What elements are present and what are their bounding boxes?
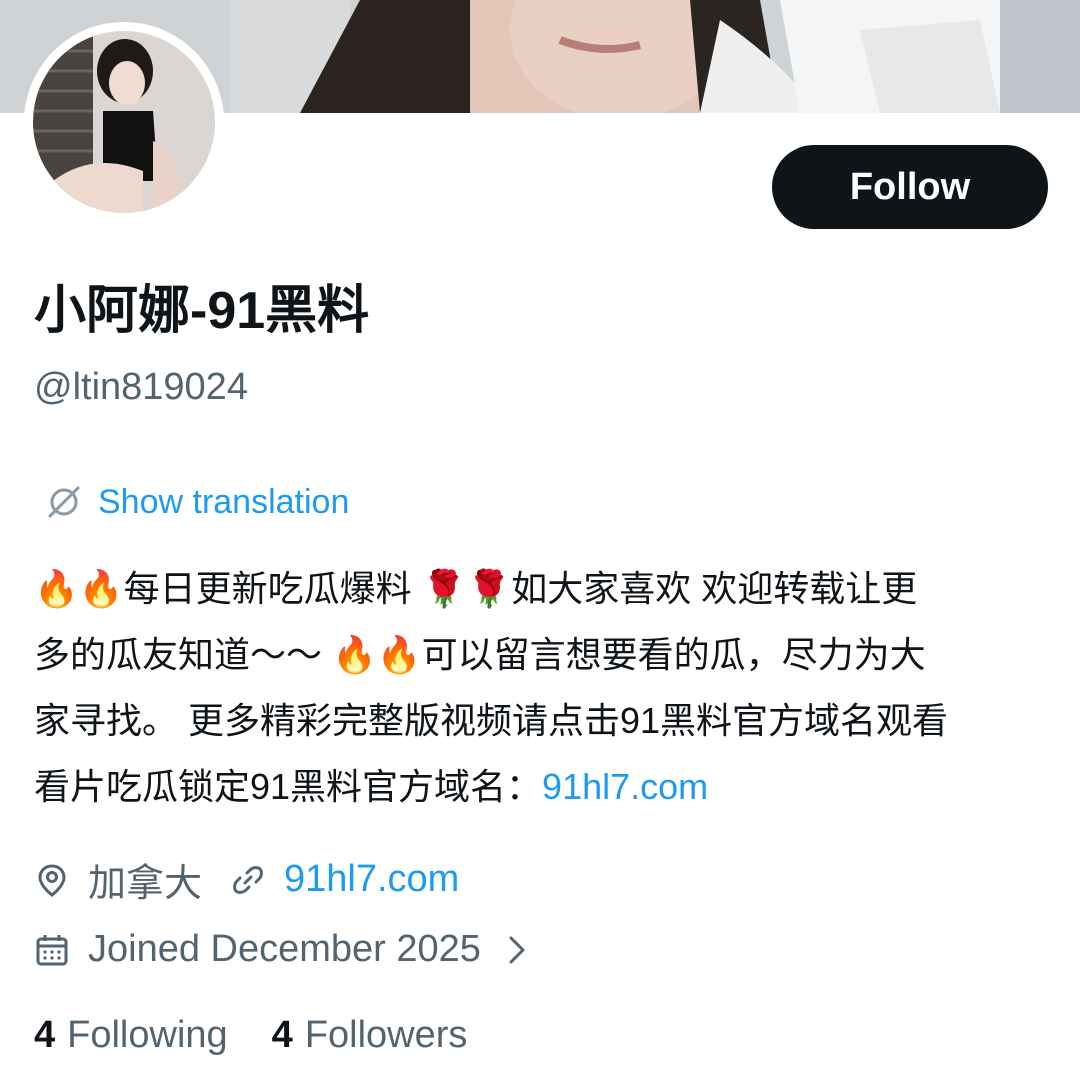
bio-text: 看片吃瓜锁定91黑料官方域名： — [34, 766, 543, 807]
bio: 🔥🔥每日更新吃瓜爆料 🌹🌹如大家喜欢 欢迎转载让更 多的瓜友知道～～ 🔥🔥可以留… — [34, 556, 1054, 820]
user-handle: @ltin819024 — [34, 366, 248, 408]
following-count: 4 — [34, 1014, 56, 1056]
follow-button[interactable]: Follow — [772, 145, 1048, 229]
profile-page: Follow 小阿娜-91黑料 @ltin819024 Show transla… — [0, 0, 1080, 1083]
show-translation[interactable]: Show translation — [44, 482, 349, 522]
bio-link[interactable]: 91hl7.com — [542, 766, 708, 807]
following-label: Following — [67, 1014, 228, 1056]
bio-line: 🔥🔥每日更新吃瓜爆料 🌹🌹如大家喜欢 欢迎转载让更 — [34, 568, 918, 609]
joined-row[interactable]: Joined December 2025 — [34, 928, 531, 971]
website-link[interactable]: 91hl7.com — [284, 858, 459, 901]
bio-line: 多的瓜友知道～～ 🔥🔥可以留言想要看的瓜，尽力为大 — [34, 634, 926, 675]
chevron-right-icon — [509, 936, 525, 963]
avatar[interactable] — [24, 22, 224, 222]
joined-text: Joined December 2025 — [88, 928, 481, 970]
bio-line: 看片吃瓜锁定91黑料官方域名：91hl7.com — [34, 754, 1054, 820]
bio-line: 家寻找。 更多精彩完整版视频请点击91黑料官方域名观看 — [34, 700, 949, 741]
follow-stats: 4 Following 4 Followers — [34, 1014, 467, 1057]
show-translation-label[interactable]: Show translation — [98, 483, 349, 522]
followers-stat[interactable]: 4 Followers — [272, 1014, 468, 1057]
avatar-image — [33, 31, 215, 213]
link-icon — [233, 865, 263, 894]
following-stat[interactable]: 4 Following — [34, 1014, 228, 1057]
location-pin-icon — [38, 863, 66, 897]
display-name: 小阿娜-91黑料 — [34, 282, 370, 340]
calendar-icon — [36, 934, 68, 965]
translate-icon — [48, 486, 80, 518]
profile-meta-row: 加拿大 91hl7.com — [34, 852, 459, 907]
followers-count: 4 — [271, 1014, 293, 1056]
followers-label: Followers — [304, 1014, 468, 1056]
location-text: 加拿大 — [88, 863, 203, 905]
